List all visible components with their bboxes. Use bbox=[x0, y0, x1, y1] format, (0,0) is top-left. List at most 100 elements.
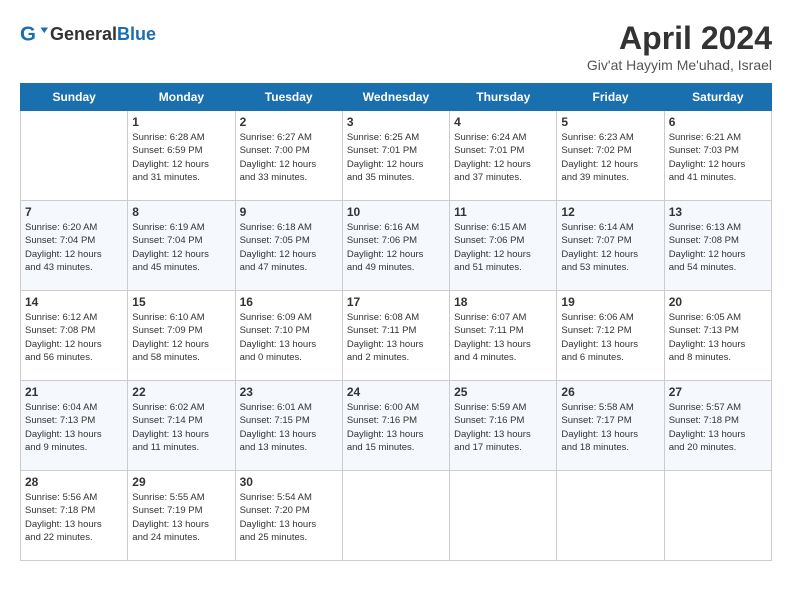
week-row-3: 14 Sunrise: 6:12 AM Sunset: 7:08 PM Dayli… bbox=[21, 291, 772, 381]
calendar-cell: 7 Sunrise: 6:20 AM Sunset: 7:04 PM Daylig… bbox=[21, 201, 128, 291]
calendar-cell: 28 Sunrise: 5:56 AM Sunset: 7:18 PM Dayli… bbox=[21, 471, 128, 561]
calendar-cell: 27Sunrise: 5:57 AM Sunset: 7:18 PM Dayli… bbox=[664, 381, 771, 471]
calendar-cell: 8 Sunrise: 6:19 AM Sunset: 7:04 PM Daylig… bbox=[128, 201, 235, 291]
day-number: 24 bbox=[347, 385, 445, 399]
calendar-cell: 5Sunrise: 6:23 AM Sunset: 7:02 PM Daylig… bbox=[557, 111, 664, 201]
day-number: 6 bbox=[669, 115, 767, 129]
day-info: Sunrise: 6:15 AM Sunset: 7:06 PM Dayligh… bbox=[454, 221, 552, 274]
day-info: Sunrise: 6:12 AM Sunset: 7:08 PM Dayligh… bbox=[25, 311, 123, 364]
day-number: 11 bbox=[454, 205, 552, 219]
day-header-thursday: Thursday bbox=[450, 84, 557, 111]
day-info: Sunrise: 6:13 AM Sunset: 7:08 PM Dayligh… bbox=[669, 221, 767, 274]
calendar-cell: 14 Sunrise: 6:12 AM Sunset: 7:08 PM Dayli… bbox=[21, 291, 128, 381]
day-info: Sunrise: 6:28 AM Sunset: 6:59 PM Dayligh… bbox=[132, 131, 230, 184]
calendar-cell: 30Sunrise: 5:54 AM Sunset: 7:20 PM Dayli… bbox=[235, 471, 342, 561]
day-info: Sunrise: 6:04 AM Sunset: 7:13 PM Dayligh… bbox=[25, 401, 123, 454]
calendar-cell: 10 Sunrise: 6:16 AM Sunset: 7:06 PM Dayli… bbox=[342, 201, 449, 291]
week-row-4: 21 Sunrise: 6:04 AM Sunset: 7:13 PM Dayli… bbox=[21, 381, 772, 471]
day-number: 2 bbox=[240, 115, 338, 129]
calendar-cell: 23Sunrise: 6:01 AM Sunset: 7:15 PM Dayli… bbox=[235, 381, 342, 471]
day-number: 10 bbox=[347, 205, 445, 219]
calendar-cell: 6 Sunrise: 6:21 AM Sunset: 7:03 PM Daylig… bbox=[664, 111, 771, 201]
calendar-cell: 20 Sunrise: 6:05 AM Sunset: 7:13 PM Dayli… bbox=[664, 291, 771, 381]
calendar-cell: 2 Sunrise: 6:27 AM Sunset: 7:00 PM Daylig… bbox=[235, 111, 342, 201]
day-info: Sunrise: 6:18 AM Sunset: 7:05 PM Dayligh… bbox=[240, 221, 338, 274]
month-title: April 2024 bbox=[587, 20, 772, 57]
calendar-cell: 13 Sunrise: 6:13 AM Sunset: 7:08 PM Dayli… bbox=[664, 201, 771, 291]
calendar-cell: 29 Sunrise: 5:55 AM Sunset: 7:19 PM Dayli… bbox=[128, 471, 235, 561]
day-number: 18 bbox=[454, 295, 552, 309]
header-row: SundayMondayTuesdayWednesdayThursdayFrid… bbox=[21, 84, 772, 111]
day-info: Sunrise: 6:21 AM Sunset: 7:03 PM Dayligh… bbox=[669, 131, 767, 184]
day-header-sunday: Sunday bbox=[21, 84, 128, 111]
day-info: Sunrise: 6:05 AM Sunset: 7:13 PM Dayligh… bbox=[669, 311, 767, 364]
day-number: 16 bbox=[240, 295, 338, 309]
title-area: April 2024 Giv'at Hayyim Me'uhad, Israel bbox=[587, 20, 772, 73]
calendar-cell: 15Sunrise: 6:10 AM Sunset: 7:09 PM Dayli… bbox=[128, 291, 235, 381]
day-number: 20 bbox=[669, 295, 767, 309]
day-number: 29 bbox=[132, 475, 230, 489]
calendar-cell bbox=[664, 471, 771, 561]
day-number: 25 bbox=[454, 385, 552, 399]
calendar-cell: 21 Sunrise: 6:04 AM Sunset: 7:13 PM Dayli… bbox=[21, 381, 128, 471]
calendar-cell: 16 Sunrise: 6:09 AM Sunset: 7:10 PM Dayli… bbox=[235, 291, 342, 381]
day-number: 15 bbox=[132, 295, 230, 309]
day-info: Sunrise: 6:27 AM Sunset: 7:00 PM Dayligh… bbox=[240, 131, 338, 184]
calendar-cell bbox=[342, 471, 449, 561]
logo-general-text: General bbox=[50, 24, 117, 44]
day-info: Sunrise: 6:24 AM Sunset: 7:01 PM Dayligh… bbox=[454, 131, 552, 184]
day-info: Sunrise: 6:00 AM Sunset: 7:16 PM Dayligh… bbox=[347, 401, 445, 454]
calendar-cell: 26 Sunrise: 5:58 AM Sunset: 7:17 PM Dayli… bbox=[557, 381, 664, 471]
day-number: 4 bbox=[454, 115, 552, 129]
day-number: 26 bbox=[561, 385, 659, 399]
day-number: 30 bbox=[240, 475, 338, 489]
day-info: Sunrise: 6:25 AM Sunset: 7:01 PM Dayligh… bbox=[347, 131, 445, 184]
calendar-cell: 17 Sunrise: 6:08 AM Sunset: 7:11 PM Dayli… bbox=[342, 291, 449, 381]
day-info: Sunrise: 6:19 AM Sunset: 7:04 PM Dayligh… bbox=[132, 221, 230, 274]
day-header-saturday: Saturday bbox=[664, 84, 771, 111]
logo-icon: G bbox=[20, 20, 48, 48]
day-info: Sunrise: 5:55 AM Sunset: 7:19 PM Dayligh… bbox=[132, 491, 230, 544]
day-header-monday: Monday bbox=[128, 84, 235, 111]
calendar-cell: 24 Sunrise: 6:00 AM Sunset: 7:16 PM Dayli… bbox=[342, 381, 449, 471]
day-header-wednesday: Wednesday bbox=[342, 84, 449, 111]
day-info: Sunrise: 6:08 AM Sunset: 7:11 PM Dayligh… bbox=[347, 311, 445, 364]
day-number: 23 bbox=[240, 385, 338, 399]
day-number: 17 bbox=[347, 295, 445, 309]
calendar-cell: 25 Sunrise: 5:59 AM Sunset: 7:16 PM Dayli… bbox=[450, 381, 557, 471]
week-row-5: 28 Sunrise: 5:56 AM Sunset: 7:18 PM Dayli… bbox=[21, 471, 772, 561]
day-number: 7 bbox=[25, 205, 123, 219]
day-info: Sunrise: 6:09 AM Sunset: 7:10 PM Dayligh… bbox=[240, 311, 338, 364]
day-info: Sunrise: 6:23 AM Sunset: 7:02 PM Dayligh… bbox=[561, 131, 659, 184]
day-number: 1 bbox=[132, 115, 230, 129]
calendar-cell bbox=[450, 471, 557, 561]
day-info: Sunrise: 5:58 AM Sunset: 7:17 PM Dayligh… bbox=[561, 401, 659, 454]
day-number: 14 bbox=[25, 295, 123, 309]
day-info: Sunrise: 6:07 AM Sunset: 7:11 PM Dayligh… bbox=[454, 311, 552, 364]
day-info: Sunrise: 6:16 AM Sunset: 7:06 PM Dayligh… bbox=[347, 221, 445, 274]
svg-text:G: G bbox=[20, 23, 36, 46]
header: G GeneralBlue April 2024 Giv'at Hayyim M… bbox=[20, 20, 772, 73]
day-info: Sunrise: 6:14 AM Sunset: 7:07 PM Dayligh… bbox=[561, 221, 659, 274]
calendar-cell bbox=[557, 471, 664, 561]
day-number: 22 bbox=[132, 385, 230, 399]
day-info: Sunrise: 5:59 AM Sunset: 7:16 PM Dayligh… bbox=[454, 401, 552, 454]
logo-blue-text: Blue bbox=[117, 24, 156, 44]
day-number: 8 bbox=[132, 205, 230, 219]
day-info: Sunrise: 6:06 AM Sunset: 7:12 PM Dayligh… bbox=[561, 311, 659, 364]
day-number: 13 bbox=[669, 205, 767, 219]
day-info: Sunrise: 5:56 AM Sunset: 7:18 PM Dayligh… bbox=[25, 491, 123, 544]
day-number: 19 bbox=[561, 295, 659, 309]
calendar-table: SundayMondayTuesdayWednesdayThursdayFrid… bbox=[20, 83, 772, 561]
day-info: Sunrise: 6:20 AM Sunset: 7:04 PM Dayligh… bbox=[25, 221, 123, 274]
day-number: 28 bbox=[25, 475, 123, 489]
calendar-cell: 18 Sunrise: 6:07 AM Sunset: 7:11 PM Dayli… bbox=[450, 291, 557, 381]
calendar-cell: 1 Sunrise: 6:28 AM Sunset: 6:59 PM Daylig… bbox=[128, 111, 235, 201]
week-row-1: 1 Sunrise: 6:28 AM Sunset: 6:59 PM Daylig… bbox=[21, 111, 772, 201]
calendar-cell: 4 Sunrise: 6:24 AM Sunset: 7:01 PM Daylig… bbox=[450, 111, 557, 201]
day-number: 21 bbox=[25, 385, 123, 399]
calendar-cell: 22Sunrise: 6:02 AM Sunset: 7:14 PM Dayli… bbox=[128, 381, 235, 471]
calendar-cell: 9Sunrise: 6:18 AM Sunset: 7:05 PM Daylig… bbox=[235, 201, 342, 291]
day-info: Sunrise: 5:57 AM Sunset: 7:18 PM Dayligh… bbox=[669, 401, 767, 454]
day-number: 12 bbox=[561, 205, 659, 219]
